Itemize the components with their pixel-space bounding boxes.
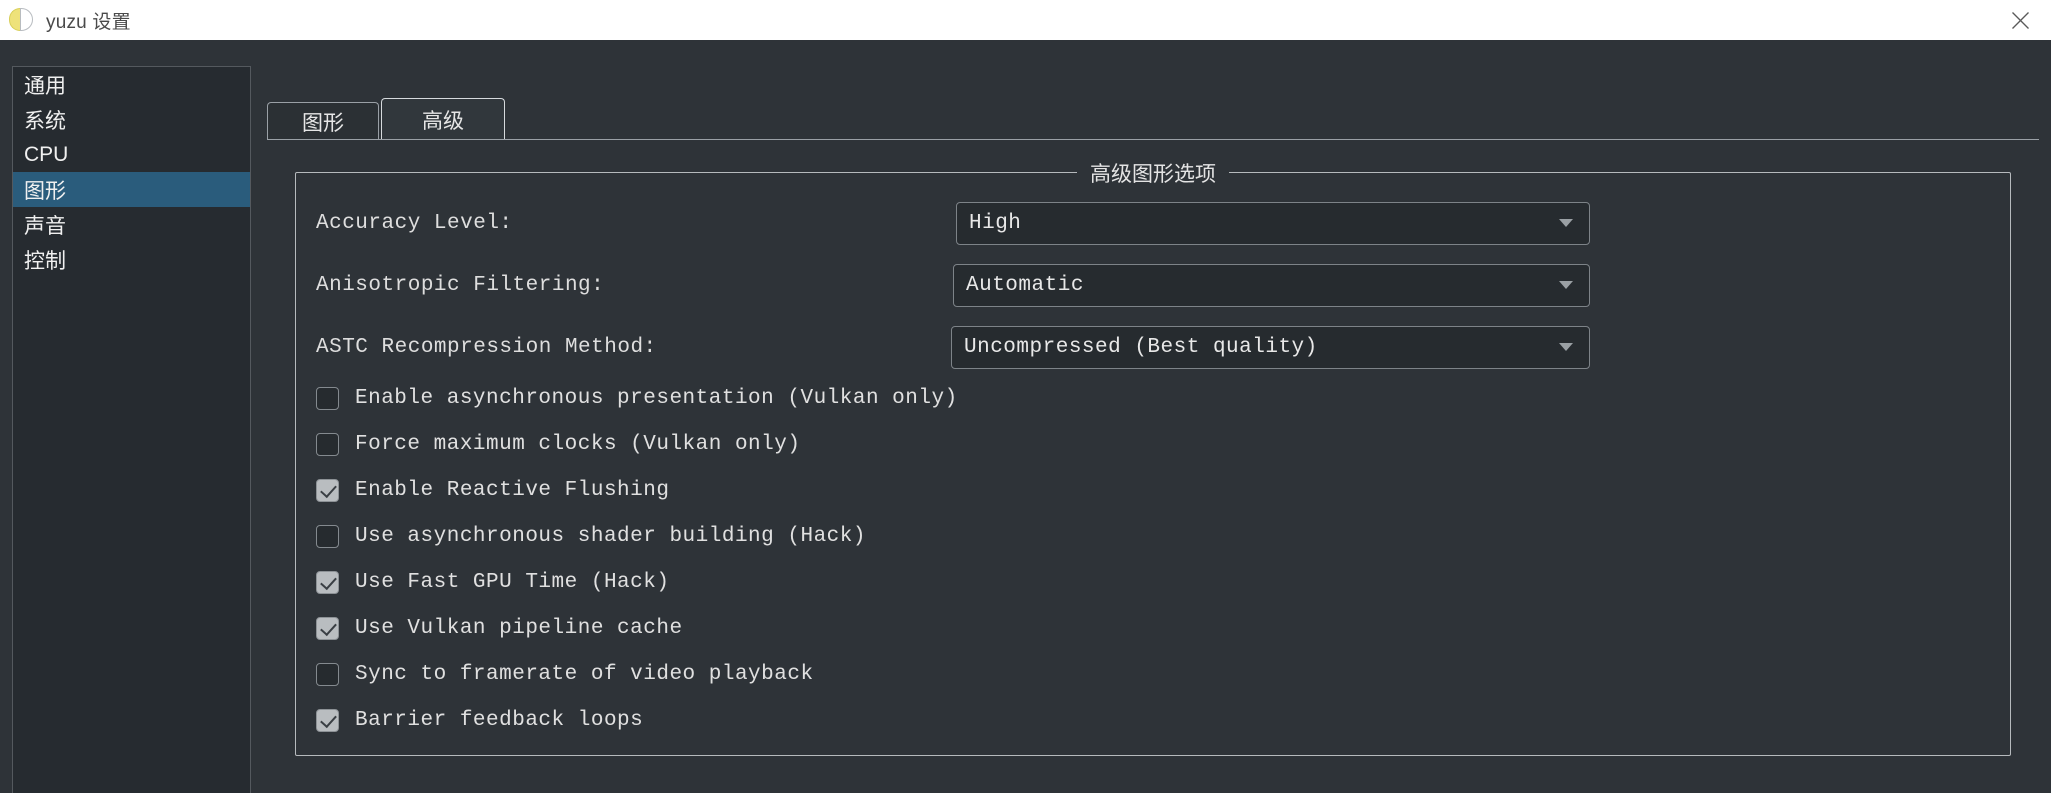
advanced-graphics-groupbox: 高级图形选项 Accuracy Level: High Anisotropic Fi… [295, 158, 2011, 756]
checkbox-label: Barrier feedback loops [355, 708, 644, 732]
sidebar-item-1[interactable]: 系统 [13, 102, 250, 137]
checkbox-unchecked-icon[interactable] [316, 432, 339, 456]
combo-label: Accuracy Level: [316, 211, 513, 235]
tab-label: 图形 [302, 111, 344, 135]
settings-body: 通用系统 CPU 图形声音控制 图形 高级 高级图形选项 Accuracy Level… [0, 40, 2051, 793]
tab-0[interactable]: 图形 [267, 102, 379, 140]
sidebar-item-label: 通用 [24, 74, 66, 98]
checkbox-label: Enable asynchronous presentation (Vulkan… [355, 386, 958, 410]
combo-box-0[interactable]: High [956, 201, 1590, 245]
checkbox-row-1[interactable]: Force maximum clocks (Vulkan only) [316, 428, 800, 460]
yuzu-logo-icon [9, 7, 39, 33]
checkbox-row-5[interactable]: Use Vulkan pipeline cache [316, 612, 683, 644]
groupbox-title: 高级图形选项 [1077, 158, 1229, 188]
sidebar-item-label: 系统 [24, 109, 66, 133]
checkbox-row-6[interactable]: Sync to framerate of video playback [316, 658, 814, 690]
title-bar: yuzu 设置 [0, 0, 2051, 40]
combo-label: ASTC Recompression Method: [316, 335, 657, 359]
combo-value: High [969, 211, 1022, 235]
tab-label: 高级 [422, 109, 464, 133]
checkbox-label: Use Fast GPU Time (Hack) [355, 570, 670, 594]
yuzu-logo-left-half [9, 8, 20, 31]
checkbox-unchecked-icon[interactable] [316, 386, 339, 410]
checkbox-label: Use asynchronous shader building (Hack) [355, 524, 866, 548]
combo-value: Uncompressed (Best quality) [964, 335, 1318, 359]
checkbox-checked-icon[interactable] [316, 708, 339, 732]
checkbox-row-3[interactable]: Use asynchronous shader building (Hack) [316, 520, 866, 552]
sidebar-item-5[interactable]: 控制 [13, 242, 250, 277]
sidebar-item-0[interactable]: 通用 [13, 67, 250, 102]
close-icon [2011, 11, 2029, 29]
combo-row-2: ASTC Recompression Method: Uncompressed (… [296, 325, 2010, 369]
combo-row-0: Accuracy Level: High [296, 201, 2010, 245]
sidebar-item-4[interactable]: 声音 [13, 207, 250, 242]
combo-value: Automatic [966, 273, 1084, 297]
advanced-tab-pane: 高级图形选项 Accuracy Level: High Anisotropic Fi… [267, 139, 2039, 793]
chevron-down-icon [1559, 281, 1573, 289]
checkbox-label: Force maximum clocks (Vulkan only) [355, 432, 801, 456]
combo-box-2[interactable]: Uncompressed (Best quality) [951, 325, 1590, 369]
combo-row-1: Anisotropic Filtering: Automatic [296, 263, 2010, 307]
sidebar-item-label: 图形 [24, 179, 66, 203]
sidebar-item-2[interactable]: CPU [13, 137, 250, 172]
checkbox-row-7[interactable]: Barrier feedback loops [316, 704, 643, 736]
checkbox-row-2[interactable]: Enable Reactive Flushing [316, 474, 669, 506]
tab-1[interactable]: 高级 [381, 98, 505, 140]
chevron-down-icon [1559, 219, 1573, 227]
settings-sidebar: 通用系统 CPU 图形声音控制 [12, 66, 251, 793]
sidebar-item-label: 控制 [24, 249, 66, 273]
checkbox-checked-icon[interactable] [316, 570, 339, 594]
tab-bar: 图形 高级 [267, 98, 507, 140]
checkbox-label: Sync to framerate of video playback [355, 662, 814, 686]
combo-box-1[interactable]: Automatic [953, 263, 1590, 307]
checkbox-row-4[interactable]: Use Fast GPU Time (Hack) [316, 566, 669, 598]
checkbox-unchecked-icon[interactable] [316, 662, 339, 686]
sidebar-item-label: 声音 [24, 214, 66, 238]
close-button[interactable] [1989, 0, 2051, 40]
sidebar-item-label: CPU [24, 142, 69, 166]
checkbox-checked-icon[interactable] [316, 616, 339, 640]
window-title: yuzu 设置 [46, 11, 131, 33]
checkbox-checked-icon[interactable] [316, 478, 339, 502]
checkbox-row-0[interactable]: Enable asynchronous presentation (Vulkan… [316, 382, 958, 414]
sidebar-item-3[interactable]: 图形 [13, 172, 250, 207]
yuzu-logo-right-half [20, 8, 33, 31]
combo-label: Anisotropic Filtering: [316, 273, 605, 297]
checkbox-label: Use Vulkan pipeline cache [355, 616, 683, 640]
checkbox-label: Enable Reactive Flushing [355, 478, 670, 502]
checkbox-unchecked-icon[interactable] [316, 524, 339, 548]
chevron-down-icon [1559, 343, 1573, 351]
